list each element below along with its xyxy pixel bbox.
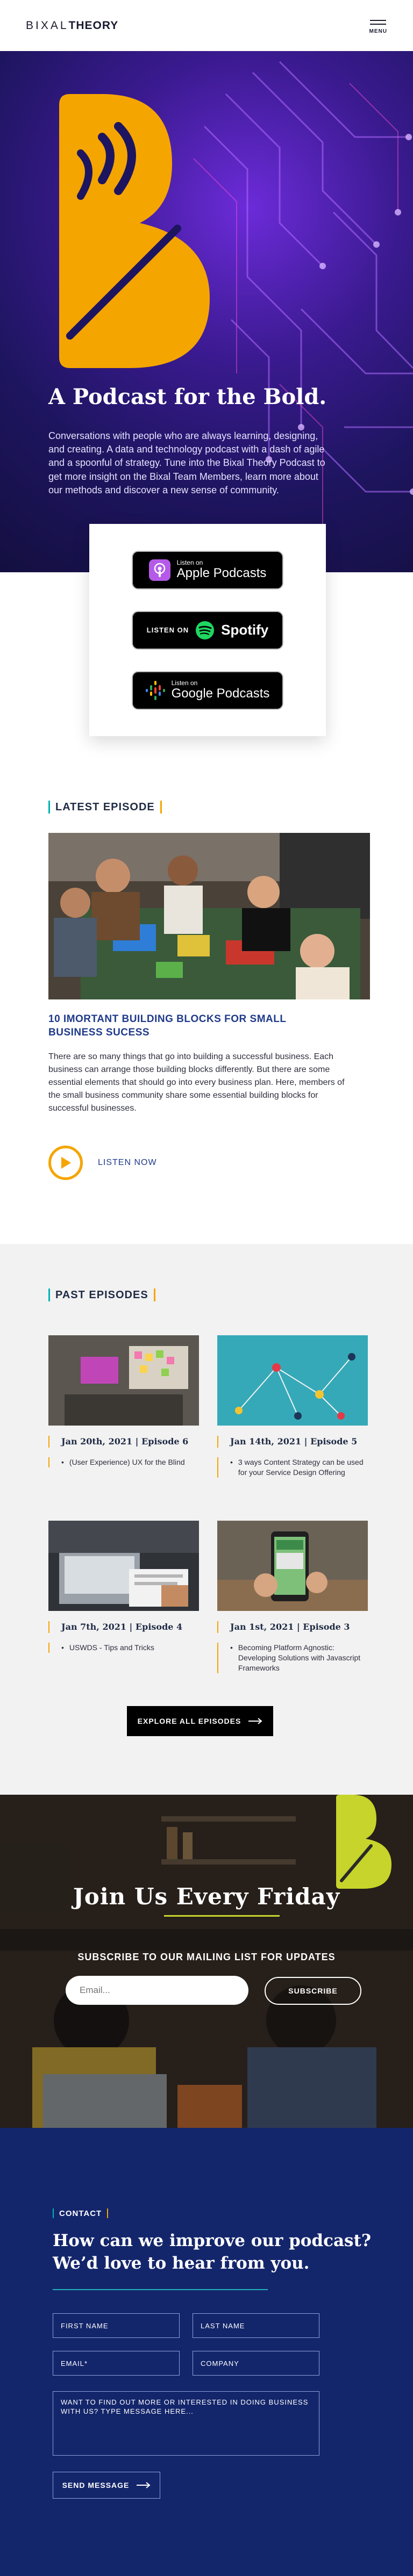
heading-bar-right xyxy=(160,801,162,814)
google-big-label: Google Podcasts xyxy=(171,686,270,701)
contact-label: CONTACT xyxy=(53,2208,109,2218)
apple-big-label: Apple Podcasts xyxy=(176,565,267,580)
last-name-field[interactable]: LAST NAME xyxy=(193,2313,319,2338)
hero-section: A Podcast for the Bold. Conversations wi… xyxy=(0,51,413,572)
episode-card-3[interactable]: Jan 1st, 2021 | Episode 3 • Becoming Plat… xyxy=(217,1521,368,1674)
episode-title: • USWDS - Tips and Tricks xyxy=(48,1643,199,1653)
listen-now-button[interactable]: LISTEN NOW xyxy=(48,1146,157,1180)
episode-title-text: Becoming Platform Agnostic: Developing S… xyxy=(238,1643,361,1673)
episode-title-text: USWDS - Tips and Tricks xyxy=(69,1643,154,1652)
episode-card-6[interactable]: Jan 20th, 2021 | Episode 6 • (User Experi… xyxy=(48,1335,199,1468)
apple-podcasts-button[interactable]: Listen on Apple Podcasts xyxy=(132,550,283,589)
apple-podcasts-icon xyxy=(148,559,170,581)
episode-card-4[interactable]: Jan 7th, 2021 | Episode 4 • USWDS - Tips … xyxy=(48,1521,199,1653)
episode-date: Jan 20th, 2021 | Episode 6 xyxy=(48,1436,199,1448)
episode-thumbnail xyxy=(217,1521,368,1611)
hamburger-icon xyxy=(370,17,387,27)
episode-title: • (User Experience) UX for the Blind xyxy=(48,1457,199,1468)
logo-bold: THEORY xyxy=(68,19,119,32)
episode-thumbnail xyxy=(217,1335,368,1426)
heading-bar-left xyxy=(48,1289,50,1301)
spotify-button[interactable]: LISTEN ON Spotify xyxy=(132,610,283,650)
newsletter-title-underline xyxy=(164,1915,280,1917)
heading-bar-right xyxy=(107,2208,109,2218)
episode-title-text: (User Experience) UX for the Blind xyxy=(69,1458,185,1467)
newsletter-email-input[interactable] xyxy=(66,1976,248,2005)
newsletter-subtitle: SUBSCRIBE TO OUR MAILING LIST FOR UPDATE… xyxy=(77,1952,336,1962)
past-episodes-heading-text: PAST EPISODES xyxy=(55,1289,148,1301)
latest-episode-heading: LATEST EPISODE xyxy=(48,801,162,814)
episode-date: Jan 7th, 2021 | Episode 4 xyxy=(48,1621,199,1634)
site-header: BIXALTHEORY MENU xyxy=(0,0,413,51)
heading-bar-left xyxy=(53,2208,54,2218)
menu-button[interactable]: MENU xyxy=(369,17,387,34)
lime-b-logo-mark xyxy=(336,1795,391,1889)
episode-title: • 3 ways Content Strategy can be used for… xyxy=(217,1457,368,1478)
explore-all-episodes-button[interactable]: EXPLORE ALL EPISODES xyxy=(127,1706,273,1736)
bixal-b-logo-mark xyxy=(59,94,210,368)
latest-episode-description: There are so many things that go into bu… xyxy=(48,1052,345,1113)
site-logo[interactable]: BIXALTHEORY xyxy=(26,19,118,32)
latest-episode-photo[interactable] xyxy=(48,833,370,999)
first-name-field[interactable]: FIRST NAME xyxy=(53,2313,180,2338)
newsletter-section: Join Us Every Friday SUBSCRIBE TO OUR MA… xyxy=(0,1795,413,2128)
send-message-label: SEND MESSAGE xyxy=(62,2481,130,2489)
contact-title-underline xyxy=(53,2289,268,2290)
apple-small-label: Listen on xyxy=(176,558,203,566)
spotify-icon xyxy=(196,621,215,639)
bullet-dot: • xyxy=(61,1643,64,1652)
latest-episode-heading-text: LATEST EPISODE xyxy=(55,801,155,813)
hero-description: Conversations with people who are always… xyxy=(48,430,325,495)
email-field[interactable]: EMAIL* xyxy=(53,2351,180,2376)
play-icon xyxy=(48,1146,83,1180)
heading-bar-left xyxy=(48,801,50,814)
contact-title: How can we improve our podcast? We’d lov… xyxy=(53,2231,371,2273)
spotify-small-label: LISTEN ON xyxy=(146,626,189,634)
episode-thumbnail xyxy=(48,1335,199,1426)
heading-bar-right xyxy=(153,1289,155,1301)
menu-label: MENU xyxy=(369,28,387,34)
send-message-button[interactable]: SEND MESSAGE xyxy=(53,2472,160,2499)
google-podcasts-button[interactable]: Listen on Google Podcasts xyxy=(132,671,283,710)
episode-title-text: 3 ways Content Strategy can be used for … xyxy=(238,1458,364,1477)
message-field[interactable]: WANT TO FIND OUT MORE OR INTERESTED IN D… xyxy=(53,2391,319,2456)
contact-section: CONTACT How can we improve our podcast? … xyxy=(0,2128,413,2576)
platform-links-card: Listen on Apple Podcasts LISTEN ON Spoti… xyxy=(89,524,326,736)
spotify-big-label: Spotify xyxy=(221,622,269,638)
past-episodes-heading: PAST EPISODES xyxy=(48,1289,155,1301)
bullet-dot: • xyxy=(230,1458,233,1467)
company-field[interactable]: COMPANY xyxy=(193,2351,319,2376)
logo-light: BIXAL xyxy=(26,19,69,32)
contact-label-text: CONTACT xyxy=(59,2208,102,2218)
episode-date: Jan 1st, 2021 | Episode 3 xyxy=(217,1621,368,1634)
hero-title: A Podcast for the Bold. xyxy=(48,384,327,409)
google-podcasts-icon xyxy=(145,680,165,700)
episode-title: • Becoming Platform Agnostic: Developing … xyxy=(217,1643,368,1674)
bullet-dot: • xyxy=(61,1458,64,1467)
explore-label: EXPLORE ALL EPISODES xyxy=(137,1717,241,1725)
google-small-label: Listen on xyxy=(171,679,198,687)
newsletter-title: Join Us Every Friday xyxy=(73,1883,340,1910)
latest-episode-title[interactable]: 10 IMORTANT BUILDING BLOCKS FOR SMALL BU… xyxy=(48,1013,328,1039)
episode-card-5[interactable]: Jan 14th, 2021 | Episode 5 • 3 ways Conte… xyxy=(217,1335,368,1478)
episode-date: Jan 14th, 2021 | Episode 5 xyxy=(217,1436,368,1448)
arrow-right-icon xyxy=(137,2482,151,2488)
arrow-right-icon xyxy=(248,1718,262,1724)
bullet-dot: • xyxy=(230,1643,233,1652)
subscribe-button[interactable]: SUBSCRIBE xyxy=(265,1977,361,2005)
episode-thumbnail xyxy=(48,1521,199,1611)
listen-now-label: LISTEN NOW xyxy=(98,1158,157,1167)
